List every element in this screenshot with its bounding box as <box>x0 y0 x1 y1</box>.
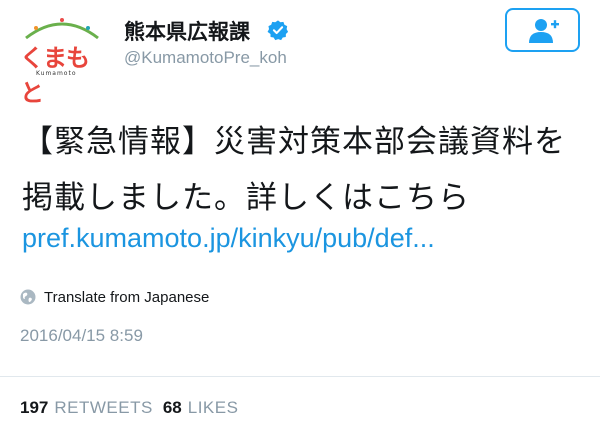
divider <box>0 376 600 377</box>
likes-count[interactable]: 68 <box>163 398 182 418</box>
tweet-text: 【緊急情報】災害対策本部会議資料を掲載しました。詳しくはこちら <box>22 124 566 216</box>
account-handle[interactable]: @KumamotoPre_koh <box>124 48 287 68</box>
tweet-timestamp[interactable]: 2016/04/15 8:59 <box>20 326 143 346</box>
translate-label: Translate from Japanese <box>44 288 210 306</box>
avatar-arc-decoration <box>25 18 99 40</box>
tweet-link[interactable]: pref.kumamoto.jp/kinkyu/pub/def... <box>22 223 435 254</box>
add-user-icon <box>529 19 559 43</box>
tweet-stats: 197 RETWEETS 68 LIKES <box>20 398 248 418</box>
globe-icon <box>20 289 36 305</box>
verified-badge-icon <box>267 20 289 41</box>
avatar[interactable]: くまもと Kumamoto <box>14 10 108 107</box>
follow-button[interactable] <box>505 8 580 52</box>
likes-label[interactable]: LIKES <box>188 398 239 418</box>
retweets-count[interactable]: 197 <box>20 398 48 418</box>
tweet-header: くまもと Kumamoto 熊本県広報課 @KumamotoPre_koh <box>0 0 600 107</box>
retweets-label[interactable]: RETWEETS <box>54 398 152 418</box>
translate-link[interactable]: Translate from Japanese <box>20 286 209 308</box>
avatar-subtext: Kumamoto <box>36 70 77 77</box>
account-name[interactable]: 熊本県広報課 <box>124 16 250 46</box>
